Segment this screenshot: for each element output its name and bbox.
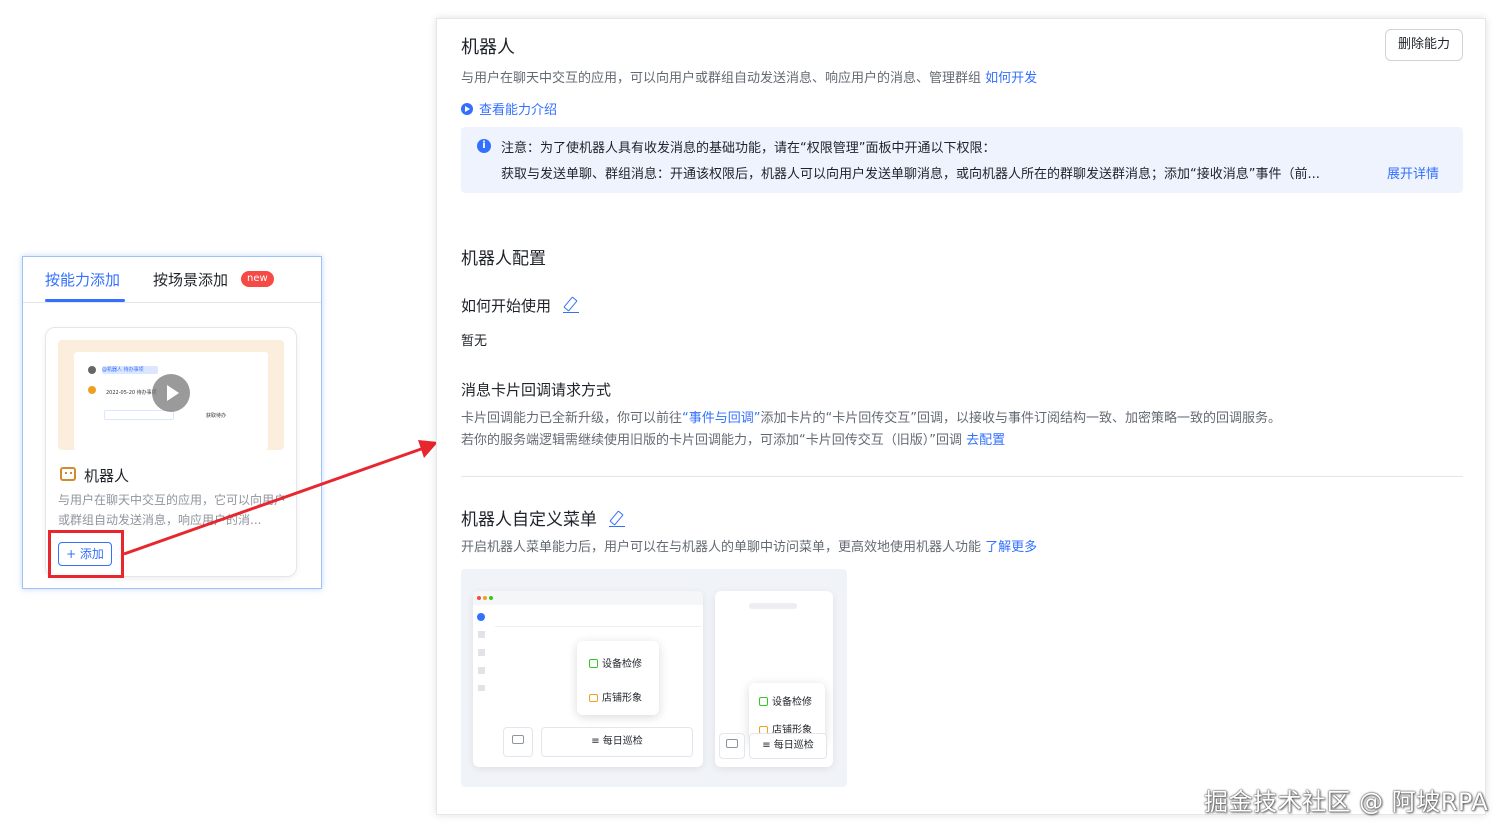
store-icon <box>589 694 598 702</box>
how-to-develop-link[interactable]: 如何开发 <box>985 71 1037 86</box>
view-intro-link[interactable]: 查看能力介绍 <box>461 99 557 118</box>
keyboard-button <box>503 727 533 757</box>
notice-line-1: 注意：为了使机器人具有收发消息的基础功能，请在“权限管理”面板中开通以下权限： <box>501 141 996 156</box>
menu-item-label: 每日巡检 <box>602 736 643 747</box>
how-to-start-heading: 如何开始使用 <box>461 295 580 316</box>
chat-header <box>495 611 701 627</box>
menu-item-store: 店铺形象 <box>589 689 642 704</box>
keyboard-icon <box>512 735 524 744</box>
permission-notice: i 注意：为了使机器人具有收发消息的基础功能，请在“权限管理”面板中开通以下权限… <box>461 127 1463 193</box>
traffic-light <box>477 596 481 600</box>
info-icon: i <box>477 139 491 153</box>
callback-text-a: 卡片回调能力已全新升级，你可以前往 <box>461 411 683 426</box>
subtitle-text: 与用户在聊天中交互的应用，可以向用户或群组自动发送消息、响应用户的消息、管理群组 <box>461 71 982 86</box>
menu-desc-text: 开启机器人菜单能力后，用户可以在与机器人的单聊中访问菜单，更高效地使用机器人功能 <box>461 540 982 555</box>
mobile-window-mock: 设备检修 店铺形象 ≡ 每日巡检 <box>715 591 833 767</box>
menu-item-label: 设备检修 <box>772 697 812 708</box>
robot-detail-panel: 机器人 删除能力 与用户在聊天中交互的应用，可以向用户或群组自动发送消息、响应用… <box>436 18 1486 815</box>
keyboard-button <box>719 733 745 759</box>
event-callback-link[interactable]: “事件与回调” <box>682 411 760 426</box>
page-title: 机器人 <box>461 37 515 58</box>
traffic-light <box>489 596 493 600</box>
custom-menu-description: 开启机器人菜单能力后，用户可以在与机器人的单聊中访问菜单，更高效地使用机器人功能… <box>461 537 1037 559</box>
sidebar-logo <box>477 613 485 621</box>
daily-inspection-button: ≡ 每日巡检 <box>541 727 693 757</box>
menu-item-label: 每日巡检 <box>773 740 814 751</box>
custom-menu-heading: 机器人自定义菜单 <box>461 505 625 530</box>
menu-popup: 设备检修 店铺形象 <box>577 641 659 715</box>
menu-preview-image: 设备检修 店铺形象 ≡ 每日巡检 设备检修 店铺形象 ≡ 每日巡检 <box>461 569 847 787</box>
how-to-start-label: 如何开始使用 <box>461 297 552 315</box>
custom-menu-label: 机器人自定义菜单 <box>461 510 597 530</box>
divider <box>461 476 1463 477</box>
intro-link-label: 查看能力介绍 <box>479 103 558 118</box>
delete-capability-button[interactable]: 删除能力 <box>1384 29 1463 61</box>
edit-icon[interactable] <box>609 511 625 527</box>
menu-item-label: 设备检修 <box>602 659 642 670</box>
menu-item-maintenance: 设备检修 <box>589 655 642 670</box>
callback-mode-heading: 消息卡片回调请求方式 <box>461 381 612 399</box>
traffic-light <box>483 596 487 600</box>
config-section-title: 机器人配置 <box>461 249 546 269</box>
watermark: 掘金技术社区 @ 阿坡RPA <box>1204 788 1489 816</box>
play-circle-icon <box>461 103 473 115</box>
wrench-icon <box>759 697 768 706</box>
expand-details-link[interactable]: 展开详情 <box>1387 163 1439 182</box>
menu-item-label: 店铺形象 <box>602 693 642 704</box>
daily-inspection-button: ≡ 每日巡检 <box>749 733 827 759</box>
mobile-title-bar <box>749 603 797 609</box>
wrench-icon <box>589 659 598 668</box>
window-titlebar <box>473 591 703 605</box>
keyboard-icon <box>726 739 738 748</box>
notice-line-2: 获取与发送单聊、群组消息：开通该权限后，机器人可以向用户发送单聊消息，或向机器人… <box>501 167 1320 182</box>
edit-icon[interactable] <box>563 297 580 313</box>
menu-item-maintenance: 设备检修 <box>759 693 812 708</box>
callback-text-b: 添加卡片的“卡片回传交互”回调，以接收与事件订阅结构一致、加密策略一致 <box>760 411 1203 426</box>
go-configure-link[interactable]: 去配置 <box>966 433 1005 448</box>
learn-more-link[interactable]: 了解更多 <box>985 540 1037 555</box>
sidebar-icons <box>478 631 485 691</box>
callback-description: 卡片回调能力已全新升级，你可以前往“事件与回调”添加卡片的“卡片回传交互”回调，… <box>461 408 1281 452</box>
how-to-start-value: 暂无 <box>461 334 488 349</box>
desktop-window-mock: 设备检修 店铺形象 ≡ 每日巡检 <box>473 591 703 767</box>
page-subtitle: 与用户在聊天中交互的应用，可以向用户或群组自动发送消息、响应用户的消息、管理群组… <box>461 67 1037 86</box>
